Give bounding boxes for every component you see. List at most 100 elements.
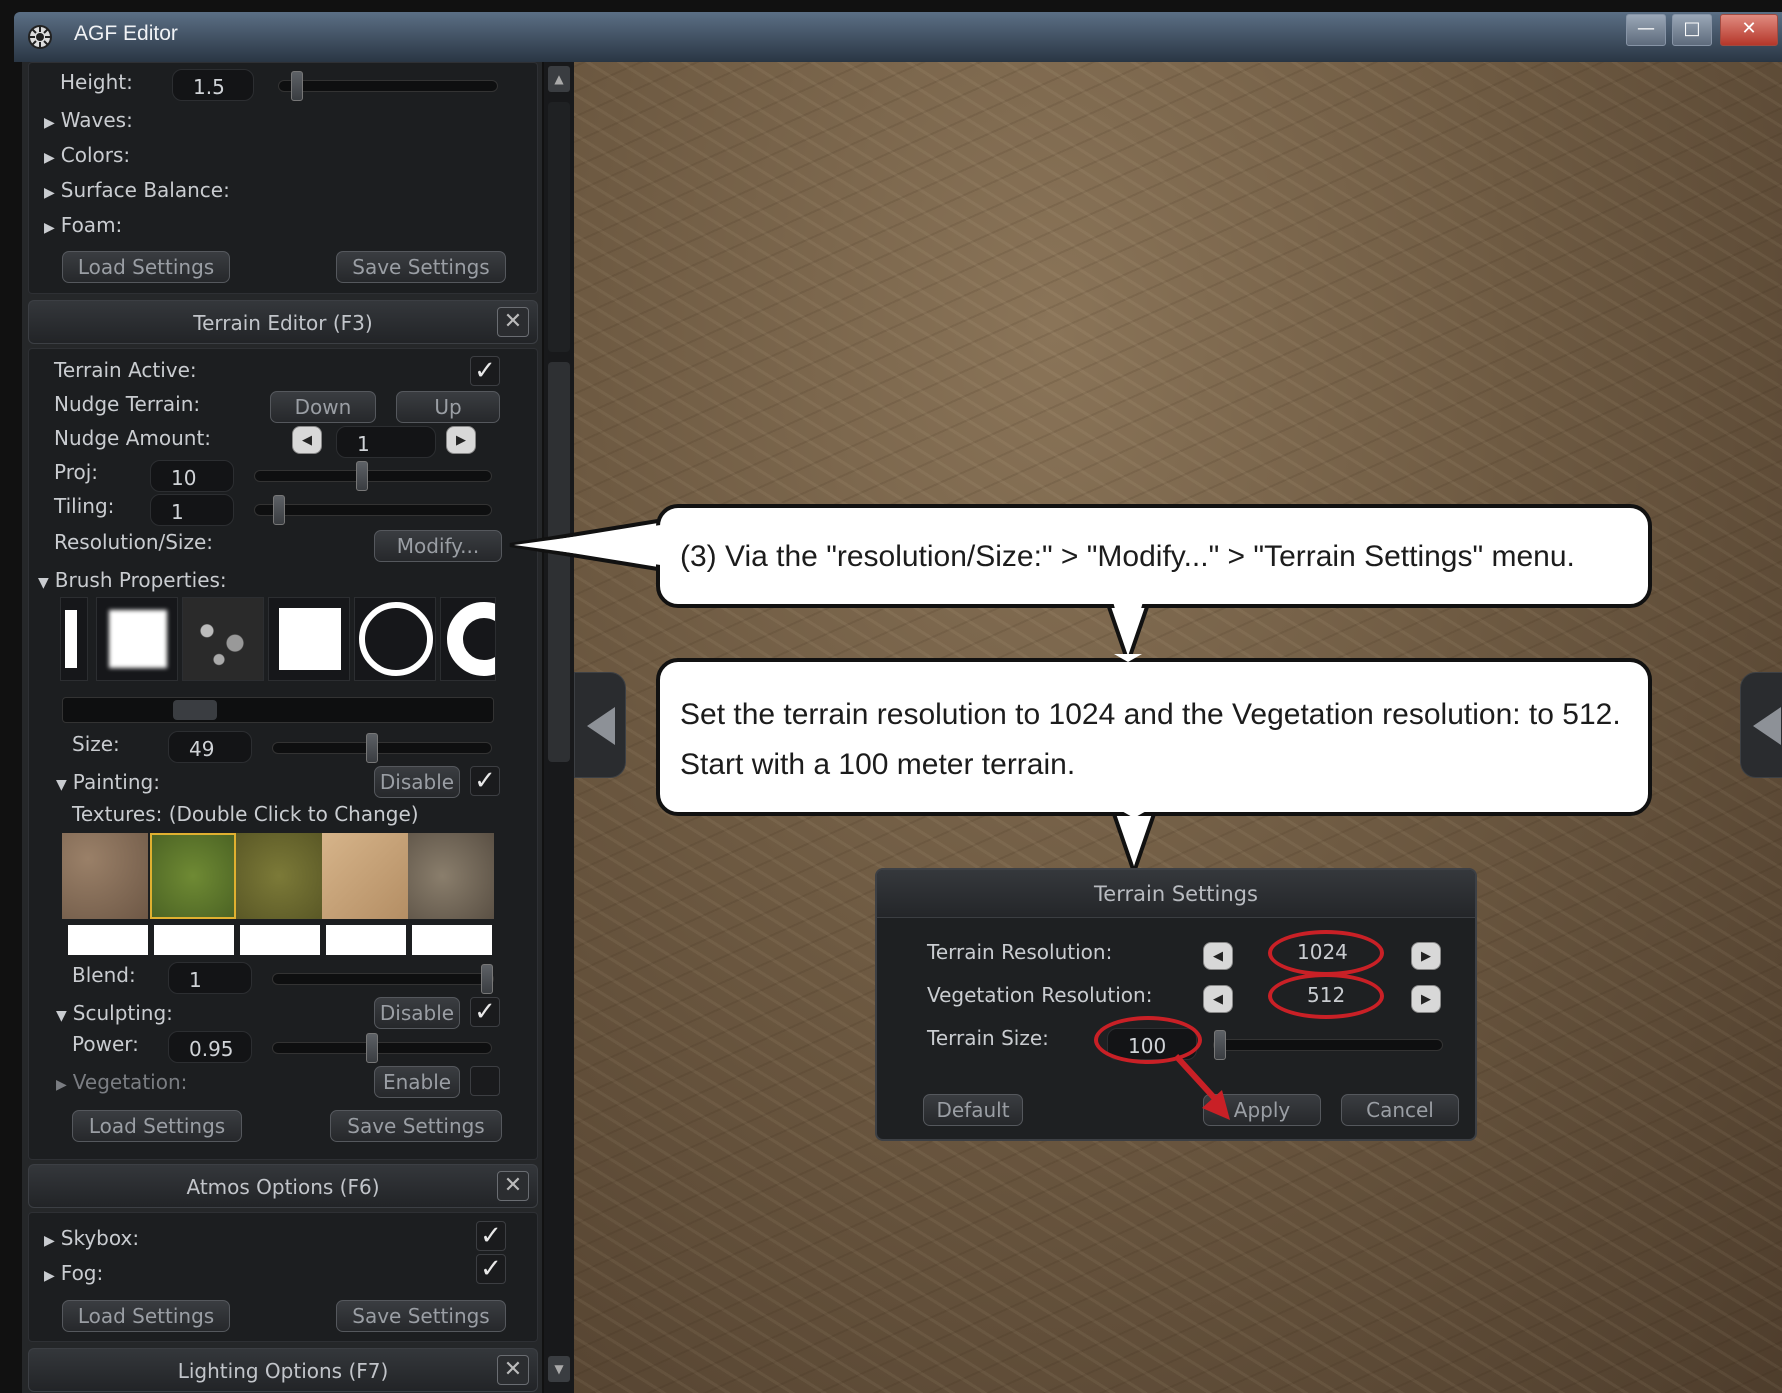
terrain-save-settings-button[interactable]: Save Settings [330,1110,502,1142]
texture-swatch[interactable] [322,833,408,919]
close-icon: ✕ [1741,18,1757,39]
power-slider[interactable] [272,1033,492,1063]
brush-thumbnail[interactable] [96,597,178,681]
brush-thumbnail[interactable] [354,597,436,681]
collapse-right-panel-tab[interactable] [1740,672,1782,778]
atmos-options-header[interactable]: Atmos Options (F6) ✕ [28,1164,538,1208]
blend-value-field[interactable]: 1 [168,962,252,994]
surface-balance-expander[interactable]: ▶ Surface Balance: [44,178,230,202]
sculpting-disable-button[interactable]: Disable [374,997,460,1029]
texture-swatch[interactable] [236,833,322,919]
vegetation-checkbox[interactable] [470,1066,500,1096]
tiling-label: Tiling: [54,494,115,518]
brush-thumbnail[interactable] [182,597,264,681]
texture-swatch[interactable] [408,833,494,919]
terrain-active-checkbox[interactable]: ✓ [470,356,500,386]
terrain-settings-dialog: Terrain Settings Terrain Resolution: ◀ 1… [875,868,1477,1141]
sculpting-checkbox[interactable]: ✓ [470,997,500,1027]
expand-arrow-icon: ▶ [44,1233,55,1249]
height-slider[interactable] [278,71,498,101]
terrain-editor-close-icon[interactable]: ✕ [497,307,529,337]
maximize-icon: □ [1683,18,1701,39]
brush-thumbnail[interactable] [60,597,88,681]
lighting-options-header[interactable]: Lighting Options (F7) ✕ [28,1348,538,1392]
waves-expander[interactable]: ▶ Waves: [44,108,133,132]
proj-slider[interactable] [254,461,492,491]
lighting-options-close-icon[interactable]: ✕ [497,1355,529,1385]
collapse-left-panel-tab[interactable] [574,672,626,778]
minimize-icon: — [1637,18,1655,39]
callout-resolution-line1: Set the terrain resolution to 1024 and t… [680,698,1621,731]
terrain-size-slider[interactable] [1213,1030,1443,1060]
fog-checkbox[interactable]: ✓ [476,1254,506,1284]
height-slider-knob[interactable] [291,71,304,101]
minimize-button[interactable]: — [1626,14,1666,46]
sculpting-expander[interactable]: ▼ Sculpting: [56,1001,173,1025]
water-save-settings-button[interactable]: Save Settings [336,251,506,283]
terrain-resolution-decrease-icon[interactable]: ◀ [1203,942,1233,970]
blend-slider-knob[interactable] [481,964,493,994]
terrain-resolution-increase-icon[interactable]: ▶ [1411,942,1441,970]
terrain-size-slider-knob[interactable] [1214,1030,1226,1060]
callout-resolution-line2: Start with a 100 meter terrain. [680,748,1076,781]
vegetation-enable-button[interactable]: Enable [374,1066,460,1098]
vegetation-expander[interactable]: ▶ Vegetation: [56,1070,187,1094]
expand-arrow-icon: ▶ [56,1077,67,1093]
texture-swatch[interactable] [62,833,148,919]
brush-scrollbar[interactable] [62,697,494,723]
painting-checkbox[interactable]: ✓ [470,766,500,796]
brush-properties-expander[interactable]: ▼ Brush Properties: [38,568,227,592]
height-value-field[interactable]: 1.5 [172,69,254,101]
atmos-load-settings-button[interactable]: Load Settings [62,1300,230,1332]
power-slider-knob[interactable] [365,1033,378,1063]
skybox-checkbox[interactable]: ✓ [476,1221,506,1251]
proj-slider-knob[interactable] [355,461,368,491]
skybox-expander[interactable]: ▶ Skybox: [44,1226,139,1250]
terrain-load-settings-button[interactable]: Load Settings [72,1110,242,1142]
power-value-field[interactable]: 0.95 [168,1031,252,1063]
nudge-up-button[interactable]: Up [396,391,500,423]
water-load-settings-button[interactable]: Load Settings [62,251,230,283]
proj-value-field[interactable]: 10 [150,460,234,492]
close-window-button[interactable]: ✕ [1720,14,1778,46]
nudge-increase-icon[interactable]: ▶ [446,426,476,454]
fog-expander[interactable]: ▶ Fog: [44,1261,103,1285]
vegetation-resolution-increase-icon[interactable]: ▶ [1411,985,1441,1013]
texture-swatch-selected[interactable] [150,833,236,919]
nudge-down-button[interactable]: Down [270,391,376,423]
scrollbar-thumb[interactable] [548,362,570,762]
maximize-button[interactable]: □ [1672,14,1712,46]
blend-slider[interactable] [272,964,494,994]
arrow-left-icon [587,707,615,745]
nudge-decrease-icon[interactable]: ◀ [292,426,322,454]
terrain-settings-title: Terrain Settings [1094,882,1258,906]
atmos-save-settings-button[interactable]: Save Settings [336,1300,506,1332]
cancel-button[interactable]: Cancel [1341,1094,1459,1126]
app-logo-icon [28,25,52,49]
tiling-slider[interactable] [254,495,492,525]
size-value-field[interactable]: 49 [168,731,252,763]
nudge-amount-field[interactable]: 1 [336,426,436,458]
size-slider-knob[interactable] [365,733,378,763]
tiling-slider-knob[interactable] [272,495,285,525]
painting-expander[interactable]: ▼ Painting: [56,770,160,794]
size-slider[interactable] [272,733,492,763]
atmos-options-close-icon[interactable]: ✕ [497,1171,529,1201]
vegetation-resolution-decrease-icon[interactable]: ◀ [1203,985,1233,1013]
apply-button[interactable]: Apply [1203,1094,1321,1126]
panel-scrollbar[interactable]: ▲ ▼ [544,62,574,1393]
terrain-editor-header[interactable]: Terrain Editor (F3) ✕ [28,300,538,344]
default-button[interactable]: Default [923,1094,1023,1126]
scroll-down-icon[interactable]: ▼ [548,1356,570,1382]
texture-label-box [412,925,492,955]
painting-disable-button[interactable]: Disable [374,766,460,798]
scroll-up-icon[interactable]: ▲ [548,66,570,92]
brush-thumbnail[interactable] [268,597,350,681]
size-label: Size: [72,732,120,756]
sculpting-label: Sculpting: [72,1001,173,1025]
tiling-value-field[interactable]: 1 [150,494,234,526]
modify-button[interactable]: Modify... [374,530,502,562]
colors-expander[interactable]: ▶ Colors: [44,143,130,167]
brush-thumbnail[interactable] [440,597,496,681]
foam-expander[interactable]: ▶ Foam: [44,213,122,237]
